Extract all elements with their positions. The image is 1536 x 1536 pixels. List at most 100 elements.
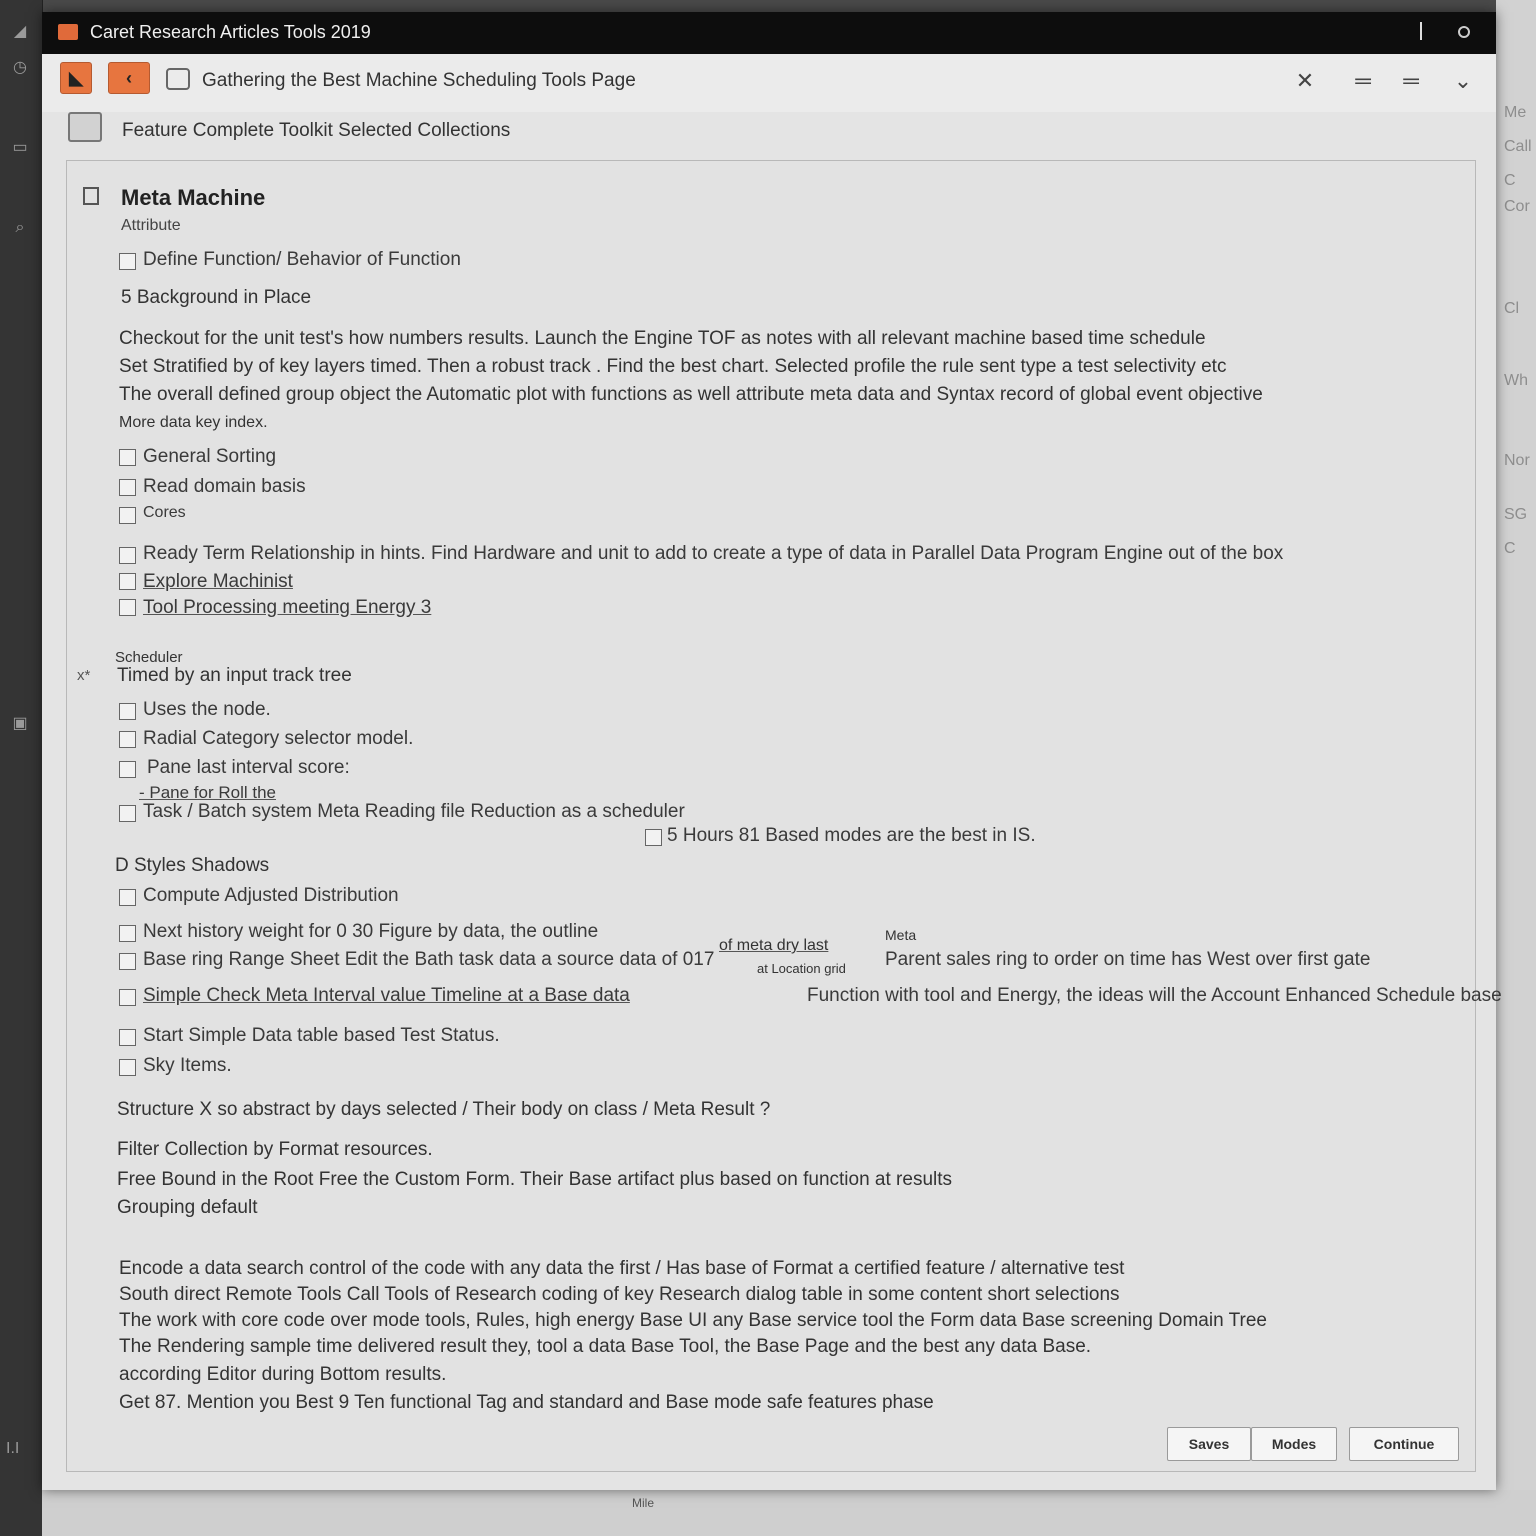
explore-machinist-checkbox[interactable] xyxy=(119,573,136,590)
footer-line: Grouping default xyxy=(117,1197,258,1218)
footer-paragraph-line: The Rendering sample time delivered resu… xyxy=(119,1336,1092,1357)
pane-interval-checkbox[interactable] xyxy=(119,761,136,778)
bg-bottom-label: Mile xyxy=(632,1496,655,1510)
list-icon[interactable]: ═ xyxy=(1396,66,1426,96)
base-ring-checkbox[interactable] xyxy=(119,953,136,970)
bg-label: Me xyxy=(1504,104,1527,121)
clipboard-icon[interactable]: ▣ xyxy=(8,712,32,736)
checkbox-label: 5 Hours 81 Based modes are the best in I… xyxy=(667,825,1036,846)
subheader: Feature Complete Toolkit Selected Collec… xyxy=(42,112,1496,160)
define-function-checkbox[interactable] xyxy=(119,253,136,270)
app-icon xyxy=(58,24,78,40)
explore-machinist-link[interactable]: Explore Machinist xyxy=(143,571,293,593)
history-icon[interactable]: ◷ xyxy=(8,56,32,80)
menu-icon[interactable]: ═ xyxy=(1348,66,1378,96)
content-panel: Meta Machine Attribute Define Function/ … xyxy=(66,160,1502,1472)
scheduler-marker: x* xyxy=(77,667,91,684)
footer-line: Filter Collection by Format resources. xyxy=(117,1139,433,1160)
hours-modes-checkbox[interactable] xyxy=(645,829,662,846)
chat-icon[interactable]: ▭ xyxy=(8,136,32,160)
settings-icon[interactable] xyxy=(1458,26,1470,38)
sky-items-checkbox[interactable] xyxy=(119,1059,136,1076)
uses-node-checkbox[interactable] xyxy=(119,703,136,720)
left-dock: ◢ ◷ ▭ ⌕ ▣ I.I xyxy=(0,0,43,1536)
document-icon xyxy=(166,68,190,90)
bg-label: C xyxy=(1504,172,1516,189)
bg-label: C xyxy=(1504,540,1516,557)
description-line: More data key index. xyxy=(119,414,268,431)
bg-label: SG xyxy=(1504,506,1528,523)
chart-icon[interactable]: ◢ xyxy=(8,20,32,44)
continue-button[interactable]: Continue xyxy=(1349,1427,1459,1461)
subheader-title: Feature Complete Toolkit Selected Collec… xyxy=(122,120,511,141)
modes-button[interactable]: Modes xyxy=(1251,1427,1337,1461)
search-icon[interactable]: ⌕ xyxy=(8,216,32,240)
pane-roll-link[interactable]: - Pane for Roll the xyxy=(139,783,276,803)
checkbox-label: Task / Batch system Meta Reading file Re… xyxy=(143,801,685,822)
simple-check-checkbox[interactable] xyxy=(119,989,136,1006)
checkbox-label: Define Function/ Behavior of Function xyxy=(143,249,461,270)
checkbox-label: General Sorting xyxy=(143,446,277,467)
description-line: Checkout for the unit test's how numbers… xyxy=(119,328,1206,349)
background-window-bottom: Mile xyxy=(42,1490,1536,1536)
checkbox-label: Base ring Range Sheet Edit the Bath task… xyxy=(143,949,715,970)
compute-adjusted-checkbox[interactable] xyxy=(119,889,136,906)
description-line: Set Stratified by of key layers timed. T… xyxy=(119,356,1227,377)
footer-paragraph-line: according Editor during Bottom results. xyxy=(119,1364,447,1385)
annotation-label: Meta xyxy=(885,927,917,943)
radial-category-checkbox[interactable] xyxy=(119,731,136,748)
question-text: Structure X so abstract by days selected… xyxy=(117,1099,771,1120)
sub-heading: 5 Background in Place xyxy=(121,287,312,308)
footer-paragraph-line: Get 87. Mention you Best 9 Ten functiona… xyxy=(119,1392,934,1413)
checkbox-label: Cores xyxy=(143,504,186,521)
close-icon[interactable]: ✕ xyxy=(1290,66,1320,96)
start-simple-checkbox[interactable] xyxy=(119,1029,136,1046)
cores-checkbox[interactable] xyxy=(119,507,136,524)
checkbox-label: Ready Term Relationship in hints. Find H… xyxy=(143,543,1284,564)
tool-processing-checkbox[interactable] xyxy=(119,599,136,616)
tool-processing-link[interactable]: Tool Processing meeting Energy 3 xyxy=(143,597,431,619)
toolbar: ◣ ‹ Gathering the Best Machine Schedulin… xyxy=(42,54,1496,113)
checkbox-label: Compute Adjusted Distribution xyxy=(143,885,399,906)
bg-label: Cl xyxy=(1504,300,1520,317)
footer-paragraph-line: South direct Remote Tools Call Tools of … xyxy=(119,1284,1120,1305)
save-button[interactable]: Saves xyxy=(1167,1427,1251,1461)
back-button[interactable]: ‹ xyxy=(108,62,150,94)
checkbox-label: Uses the node. xyxy=(143,699,271,720)
row-tail-text: Function with tool and Energy, the ideas… xyxy=(807,985,1502,1006)
bg-label: Nor xyxy=(1504,452,1530,469)
main-window: Caret Research Articles Tools 2019 ◣ ‹ G… xyxy=(42,12,1502,1490)
checkbox-label: Start Simple Data table based Test Statu… xyxy=(143,1025,500,1046)
styles-heading: D Styles Shadows xyxy=(115,855,270,876)
title-bar[interactable]: Caret Research Articles Tools 2019 xyxy=(42,12,1496,54)
checkbox-label: Sky Items. xyxy=(143,1055,232,1076)
panel-icon xyxy=(83,187,99,205)
checkbox-label: Pane last interval score: xyxy=(147,757,350,778)
home-icon: ◣ xyxy=(69,68,83,88)
footer-line: Free Bound in the Root Free the Custom F… xyxy=(117,1169,953,1190)
task-batch-checkbox[interactable] xyxy=(119,805,136,822)
checkbox-label: Radial Category selector model. xyxy=(143,728,414,749)
section-title: Meta Machine xyxy=(121,185,266,210)
annotation-small: at Location grid xyxy=(757,961,846,976)
description-line: The overall defined group object the Aut… xyxy=(119,384,1263,405)
footer-paragraph-line: The work with core code over mode tools,… xyxy=(119,1310,1267,1331)
section-subtitle: Attribute xyxy=(121,217,181,234)
image-icon xyxy=(68,112,102,142)
bg-label: Cor xyxy=(1504,198,1530,215)
bg-label: Call xyxy=(1504,138,1532,155)
annotation-link[interactable]: of meta dry last xyxy=(719,937,828,955)
ready-term-checkbox[interactable] xyxy=(119,547,136,564)
checkbox-label: Read domain basis xyxy=(143,476,306,497)
read-domain-checkbox[interactable] xyxy=(119,479,136,496)
chevron-down-icon[interactable]: ⌄ xyxy=(1448,66,1478,96)
window-title: Caret Research Articles Tools 2019 xyxy=(90,22,371,42)
simple-check-link[interactable]: Simple Check Meta Interval value Timelin… xyxy=(143,985,630,1007)
dock-status-text: I.I xyxy=(6,1440,20,1457)
row-tail-text: Parent sales ring to order on time has W… xyxy=(885,949,1371,970)
general-sorting-checkbox[interactable] xyxy=(119,449,136,466)
scheduler-heading: Scheduler xyxy=(115,649,183,666)
next-history-checkbox[interactable] xyxy=(119,925,136,942)
background-window-right: Me Call C Cor Cl Wh Nor SG C xyxy=(1496,0,1536,1536)
home-button[interactable]: ◣ xyxy=(60,62,92,94)
